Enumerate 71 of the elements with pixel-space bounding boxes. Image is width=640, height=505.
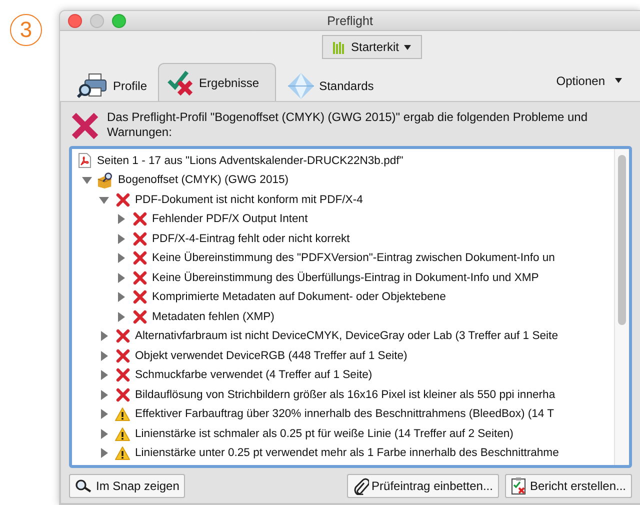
tree-item[interactable]: Metadaten fehlen (XMP) bbox=[152, 310, 274, 323]
tree-item[interactable]: Keine Übereinstimmung des Überfüllungs-Eintrag in Dokument-Info und XMP bbox=[152, 272, 539, 284]
error-cross-icon bbox=[116, 368, 130, 382]
error-cross-icon bbox=[132, 212, 146, 226]
tree-item[interactable]: Bildauflösung von Strichbildern größer als 16x16 Pixel ist kleiner als 550 ppi innerha bbox=[135, 388, 556, 401]
pdf-file-icon bbox=[78, 153, 91, 168]
expand-arrow[interactable] bbox=[115, 214, 127, 224]
tree-item[interactable]: PDF/X-4-Eintrag fehlt oder nicht korrekt bbox=[152, 232, 350, 245]
scrollbar[interactable] bbox=[614, 149, 629, 465]
action-button[interactable]: Bericht erstellen... bbox=[504, 474, 632, 498]
error-cross-icon bbox=[132, 232, 146, 246]
action-button[interactable]: Im Snap zeigen bbox=[69, 474, 186, 498]
error-cross-icon bbox=[116, 192, 130, 207]
tree-item[interactable]: Keine Übereinstimmung des "PDFXVersion"-Eintrag zwischen Dokument-Info un bbox=[152, 252, 555, 264]
paperclip-icon bbox=[352, 477, 369, 495]
printer-magnifier-icon bbox=[77, 73, 109, 99]
magnifier-icon bbox=[75, 479, 93, 493]
tree-item[interactable]: PDF-Dokument ist nicht konform mit PDF/X-4 bbox=[135, 194, 363, 206]
expand-arrow[interactable] bbox=[98, 390, 110, 400]
tree-item[interactable]: Alternativfarbraum ist nicht DeviceCMYK, DeviceGray oder Lab (3 Treffer auf 1 Seite bbox=[135, 330, 558, 342]
tree-item[interactable]: Linienstärke ist schmaler als 0.25 pt für weiße Linie (14 Treffer auf 2 Seiten) bbox=[135, 428, 514, 440]
expand-arrow[interactable] bbox=[98, 409, 110, 420]
expand-arrow[interactable] bbox=[115, 312, 127, 322]
tree-item[interactable]: Effektiver Farbauftrag über 320% innerhalb des Beschnittrahmens (BleedBox) (14 T bbox=[135, 408, 554, 420]
caret-icon bbox=[404, 44, 411, 50]
warning-icon bbox=[115, 426, 130, 441]
expand-arrow[interactable] bbox=[115, 272, 127, 283]
bars-icon bbox=[332, 40, 346, 54]
clipboard-icon bbox=[510, 477, 527, 495]
error-cross-icon bbox=[132, 270, 146, 285]
expand-arrow[interactable] bbox=[115, 253, 127, 264]
error-cross-icon bbox=[116, 388, 130, 402]
warning-icon bbox=[115, 446, 130, 460]
options-menu[interactable]: Optionen bbox=[556, 74, 630, 88]
collapse-arrow[interactable] bbox=[98, 194, 110, 205]
expand-arrow[interactable] bbox=[98, 350, 110, 361]
expand-arrow[interactable] bbox=[98, 428, 110, 439]
tree-item[interactable]: Bogenoffset (CMYK) (GWG 2015) bbox=[118, 174, 289, 186]
tree-item[interactable]: Komprimierte Metadaten auf Dokument- oder Objektebene bbox=[152, 291, 446, 304]
diamond-icon bbox=[287, 72, 316, 100]
tree-item[interactable]: Fehlender PDF/X Output Intent bbox=[152, 213, 308, 226]
expand-arrow[interactable] bbox=[115, 292, 127, 302]
expand-arrow[interactable] bbox=[98, 448, 110, 458]
error-cross-icon bbox=[132, 251, 146, 266]
expand-arrow[interactable] bbox=[98, 370, 110, 380]
error-cross-icon bbox=[132, 290, 146, 304]
library-dropdown[interactable]: Starterkit bbox=[322, 35, 422, 59]
collapse-arrow[interactable] bbox=[81, 175, 93, 186]
error-cross-icon bbox=[132, 310, 146, 324]
tree-item[interactable]: Seiten 1 - 17 aus "Lions Adventskalender-DRUCK22N3b.pdf" bbox=[97, 154, 404, 167]
error-cross-icon bbox=[116, 329, 130, 344]
tree-item[interactable]: Objekt verwendet DeviceRGB (448 Treffer auf 1 Seite) bbox=[135, 350, 408, 362]
tab[interactable]: Standards bbox=[276, 71, 385, 101]
expand-arrow[interactable] bbox=[115, 234, 127, 244]
close-button[interactable] bbox=[68, 14, 82, 28]
toolbox-magnifier-icon bbox=[97, 172, 114, 189]
tree-item[interactable]: Linienstärke unter 0.25 pt verwendet mehr als 1 Farbe innerhalb des Beschnittrahme bbox=[135, 447, 559, 460]
check-cross-icon bbox=[167, 70, 196, 96]
warning-icon bbox=[115, 407, 130, 422]
step-number: 3 bbox=[10, 14, 42, 46]
action-button[interactable]: Prüfeintrag einbetten... bbox=[346, 474, 499, 498]
error-cross-icon bbox=[71, 112, 99, 140]
tree-item[interactable]: Schmuckfarbe verwendet (4 Treffer auf 1 Seite) bbox=[135, 369, 372, 382]
window-title: Preflight bbox=[327, 14, 373, 28]
tab[interactable]: Profile bbox=[66, 71, 158, 101]
expand-arrow[interactable] bbox=[98, 331, 110, 342]
caret-icon bbox=[615, 78, 622, 83]
zoom-button[interactable] bbox=[112, 14, 126, 28]
result-message: Das Preflight-Profil "Bogenoffset (CMYK) (GWG 2015)" ergab die folgenden Probleme und Warnungen: bbox=[107, 110, 589, 140]
error-cross-icon bbox=[116, 348, 130, 363]
tab[interactable]: Ergebnisse bbox=[158, 63, 276, 101]
